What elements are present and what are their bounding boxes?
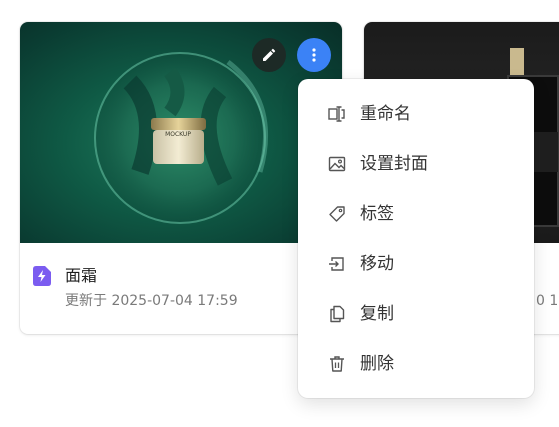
- file-thumbnail[interactable]: MOCKUP: [20, 22, 342, 243]
- menu-item-tags[interactable]: 标签: [298, 189, 534, 239]
- menu-item-rename[interactable]: 重命名: [298, 89, 534, 139]
- tag-icon: [329, 206, 345, 222]
- menu-item-label: 设置封面: [360, 154, 428, 174]
- pencil-icon: [263, 48, 276, 61]
- file-card[interactable]: MOCKUP 面霜 更新于 2025-07-04 17:59: [20, 22, 342, 334]
- file-title[interactable]: 面霜: [65, 266, 97, 286]
- move-icon: [329, 257, 344, 271]
- flash-icon: [33, 266, 51, 286]
- menu-item-label: 移动: [360, 254, 394, 274]
- rename-icon: [328, 106, 345, 122]
- edit-button[interactable]: [252, 38, 286, 72]
- file-grid: MOCKUP 面霜 更新于 2025-07-04 17:59 0 1 重命名 设…: [0, 0, 559, 427]
- copy-icon: [330, 305, 345, 323]
- file-updated-time: 更新于 2025-07-04 17:59: [65, 293, 238, 309]
- menu-item-copy[interactable]: 复制: [298, 289, 534, 339]
- menu-item-set-cover[interactable]: 设置封面: [298, 139, 534, 189]
- cosmetic-jar-image: MOCKUP: [94, 52, 268, 224]
- file-info: 面霜 更新于 2025-07-04 17:59: [20, 243, 342, 334]
- more-options-button[interactable]: [297, 38, 331, 72]
- image-icon: [328, 156, 346, 172]
- menu-item-label: 复制: [360, 304, 394, 324]
- trash-icon: [330, 356, 344, 372]
- jar-label: MOCKUP: [165, 131, 191, 138]
- menu-item-label: 删除: [360, 354, 394, 374]
- menu-item-label: 重命名: [360, 104, 411, 124]
- menu-item-delete[interactable]: 删除: [298, 339, 534, 389]
- file-context-menu: 重命名 设置封面 标签 移动 复制 删除: [298, 79, 534, 398]
- menu-item-move[interactable]: 移动: [298, 239, 534, 289]
- more-vertical-icon: [312, 48, 316, 62]
- menu-item-label: 标签: [360, 204, 394, 224]
- file-updated-time: 0 16: [536, 293, 559, 309]
